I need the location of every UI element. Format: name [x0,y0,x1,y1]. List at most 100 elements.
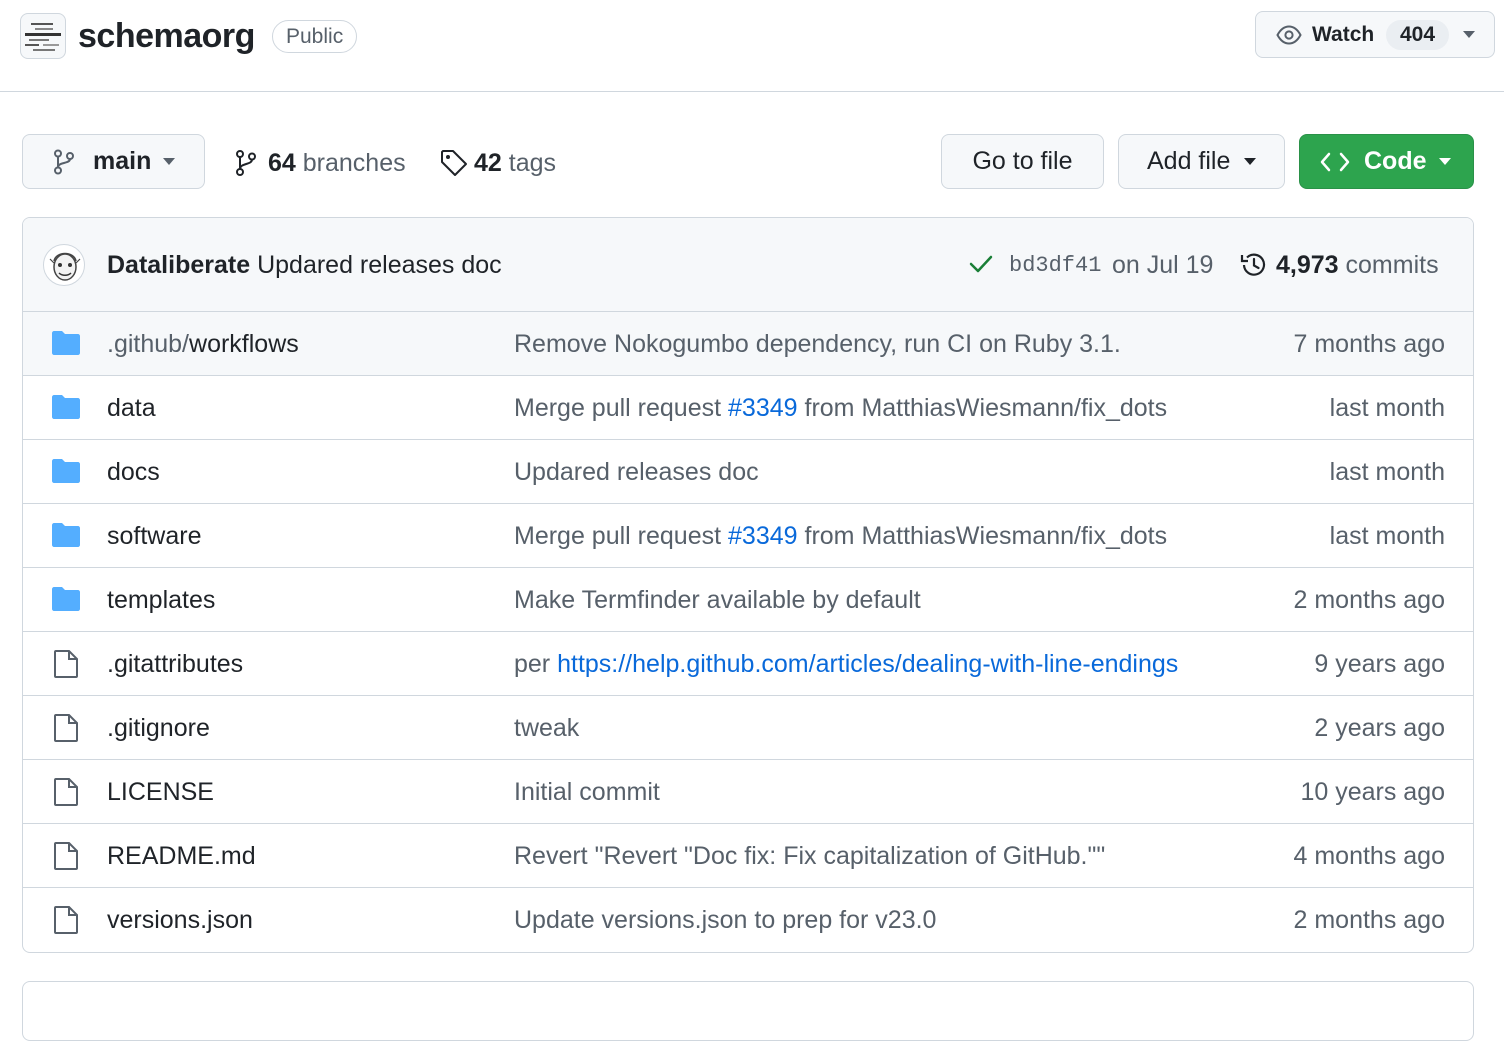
file-browser: Dataliberate Updared releases doc bd3df4… [22,217,1474,953]
caret-down-icon [163,158,175,165]
current-branch-name: main [93,147,152,175]
file-commit-message[interactable]: Make Termfinder available by default [514,585,921,615]
file-name[interactable]: versions.json [107,905,253,935]
branches-label: branches [302,149,406,177]
table-row[interactable]: .gitattributes per https://help.github.c… [23,631,1473,695]
folder-icon [52,523,80,547]
tags-label: tags [508,149,557,177]
visibility-badge: Public [272,20,358,53]
git-branch-icon [54,149,74,175]
commit-count-label: commits [1345,251,1439,279]
file-icon [54,842,78,870]
file-name[interactable]: docs [107,457,160,487]
file-commit-message[interactable]: Updared releases doc [514,457,759,487]
commit-message-text: Merge pull request [514,394,729,422]
file-name-prefix: .github/ [107,330,190,358]
pull-request-link[interactable]: #3349 [728,522,798,550]
folder-icon [52,395,80,419]
commit-date: on Jul 19 [1112,251,1214,279]
file-icon [54,650,78,678]
readme-panel [22,981,1474,1041]
file-updated-time: 7 months ago [1293,330,1446,358]
file-commit-message[interactable]: Revert "Revert "Doc fix: Fix capitalizat… [514,841,1105,871]
pull-request-link[interactable]: #3349 [728,394,798,422]
file-name[interactable]: README.md [107,841,256,871]
file-commit-message[interactable]: per https://help.github.com/articles/dea… [514,649,1178,679]
caret-down-icon [1439,158,1451,165]
table-row[interactable]: versions.json Update versions.json to pr… [23,887,1473,951]
tags-count: 42 [474,149,502,177]
history-icon [1240,253,1266,276]
file-name[interactable]: .gitattributes [107,649,243,679]
author-avatar-icon [49,252,81,281]
file-updated-time: 2 months ago [1293,906,1446,934]
file-updated-time: 4 months ago [1293,842,1446,870]
add-file-button[interactable]: Add file [1118,134,1285,189]
commit-message-text: per [514,650,558,678]
file-commit-message[interactable]: Initial commit [514,777,660,807]
commit-sha[interactable]: bd3df41 [1009,252,1101,280]
watch-label: Watch [1312,23,1375,46]
avatar[interactable] [43,244,85,286]
table-row[interactable]: .gitignore tweak 2 years ago [23,695,1473,759]
commit-message-text: Remove Nokogumbo dependency, run CI on R… [514,330,1121,358]
caret-down-icon [1463,31,1475,38]
file-updated-time: last month [1329,522,1445,550]
file-name[interactable]: templates [107,585,215,615]
commit-message-text: from MatthiasWiesmann/fix_dots [797,394,1168,422]
latest-commit-bar: Dataliberate Updared releases doc bd3df4… [23,218,1473,312]
watch-button[interactable]: Watch 404 [1255,11,1495,58]
commit-message[interactable]: Updared releases doc [257,251,502,279]
caret-down-icon [1244,158,1256,165]
table-row[interactable]: README.md Revert "Revert "Doc fix: Fix c… [23,823,1473,887]
file-commit-message[interactable]: Remove Nokogumbo dependency, run CI on R… [514,329,1121,359]
tag-icon [441,150,467,176]
file-updated-time: last month [1329,394,1445,422]
repo-header: schemaorg Public Watch 404 [0,0,1504,92]
code-button[interactable]: Code [1299,134,1474,189]
table-row[interactable]: data Merge pull request #3349 from Matth… [23,375,1473,439]
go-to-file-button[interactable]: Go to file [941,134,1104,189]
commit-message-text: from MatthiasWiesmann/fix_dots [797,522,1168,550]
table-row[interactable]: software Merge pull request #3349 from M… [23,503,1473,567]
check-icon[interactable] [969,254,993,274]
git-branch-icon [236,150,256,176]
file-name[interactable]: .gitignore [107,713,210,743]
external-link[interactable]: https://help.github.com/articles/dealing… [557,650,1178,678]
commits-link[interactable]: 4,973 commits [1276,250,1439,280]
file-list: .github/workflows Remove Nokogumbo depen… [23,312,1473,951]
table-row[interactable]: templates Make Termfinder available by d… [23,567,1473,631]
eye-icon [1276,25,1302,45]
watch-count: 404 [1386,20,1450,50]
file-updated-time: 2 years ago [1314,714,1445,742]
file-icon [54,778,78,806]
code-label: Code [1364,147,1427,175]
file-commit-message[interactable]: Merge pull request #3349 from MatthiasWi… [514,393,1167,423]
table-row[interactable]: docs Updared releases doc last month [23,439,1473,503]
commit-summary: Dataliberate Updared releases doc [107,250,502,280]
repo-logo-icon [25,23,61,51]
table-row[interactable]: .github/workflows Remove Nokogumbo depen… [23,312,1473,375]
file-commit-message[interactable]: Merge pull request #3349 from MatthiasWi… [514,521,1167,551]
file-name[interactable]: data [107,393,156,423]
branch-select-button[interactable]: main [22,134,205,189]
file-commit-message[interactable]: Update versions.json to prep for v23.0 [514,905,936,935]
file-name[interactable]: LICENSE [107,777,214,807]
commit-author[interactable]: Dataliberate [107,251,250,279]
folder-icon [52,331,80,355]
file-name[interactable]: software [107,521,201,551]
commit-message-text: Merge pull request [514,522,729,550]
table-row[interactable]: LICENSE Initial commit 10 years ago [23,759,1473,823]
file-icon [54,906,78,934]
repo-avatar[interactable] [20,13,66,59]
repo-name[interactable]: schemaorg [78,14,255,58]
file-commit-message[interactable]: tweak [514,713,579,743]
file-updated-time: 9 years ago [1314,650,1445,678]
folder-icon [52,587,80,611]
branches-count: 64 [268,149,296,177]
file-updated-time: last month [1329,458,1445,486]
code-icon [1320,152,1350,172]
file-name: workflows [189,330,299,358]
file-updated-time: 2 months ago [1293,586,1446,614]
file-updated-time: 10 years ago [1300,778,1445,806]
